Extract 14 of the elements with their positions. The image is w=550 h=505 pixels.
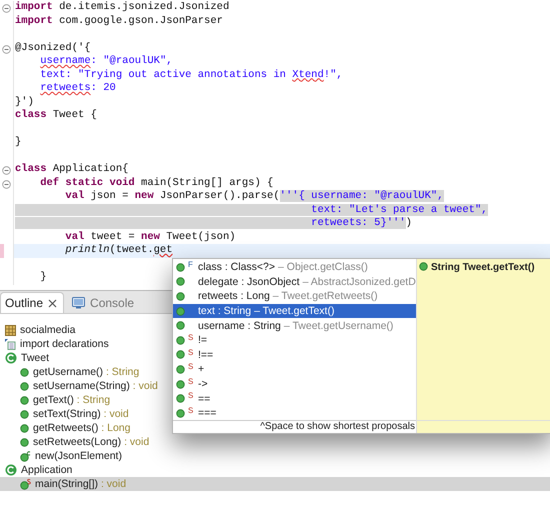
code-line: } [0, 122, 550, 150]
doc-signature: String Tweet.getText() [431, 262, 535, 273]
code-line: import com.google.gson.JsonParser [0, 14, 550, 28]
code-line: @Jsonized('{ [0, 28, 550, 55]
code-line: import de.itemis.jsonized.Jsonized [0, 1, 550, 14]
code-line: }') [0, 96, 550, 109]
code-line: def static void main(String[] args) { [0, 176, 550, 190]
hint-text: ^Space to show shortest proposals [173, 420, 416, 433]
code-line: class Application{ [0, 150, 550, 176]
code-line: println(tweet.get [0, 244, 550, 258]
code-line: class Tweet { [0, 109, 550, 122]
code-line: text: "Trying out active annotations in Xtend!", [0, 68, 550, 82]
code-line: username: "@raoulUK", [0, 55, 550, 68]
code-line: retweets: 20 [0, 82, 550, 96]
